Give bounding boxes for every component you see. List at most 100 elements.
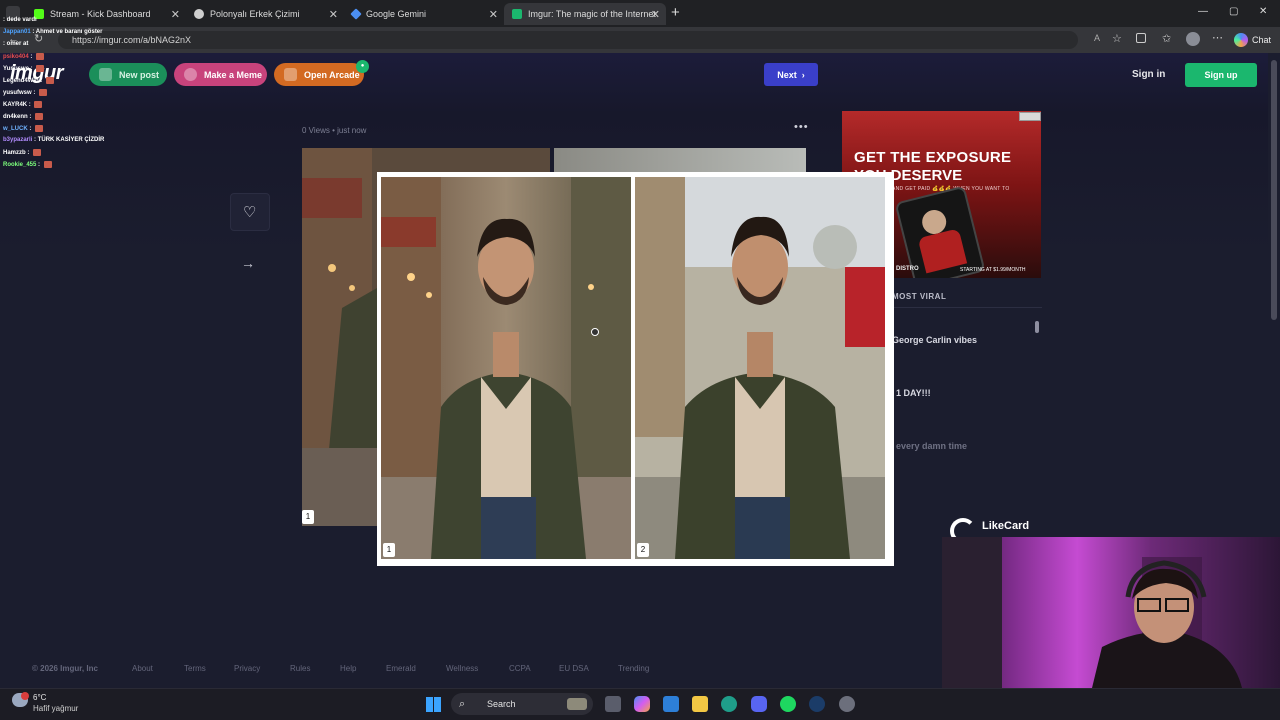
new-tab-button[interactable]: +: [671, 4, 680, 21]
copilot-chat-button[interactable]: Chat: [1232, 31, 1277, 49]
share-arrow-icon[interactable]: →: [241, 255, 255, 271]
close-icon[interactable]: ✕: [651, 8, 660, 21]
maximize-button[interactable]: ▢: [1229, 6, 1238, 17]
sign-up-button[interactable]: Sign up: [1185, 63, 1257, 87]
chat-message: Yunuswe :: [3, 65, 45, 73]
edge-browser-icon[interactable]: [721, 696, 737, 712]
footer-link-ccpa[interactable]: CCPA: [509, 664, 531, 673]
chat-message: Legend4Win :: [3, 77, 54, 84]
search-highlight-icon: [567, 698, 587, 710]
like-button[interactable]: ♡: [230, 193, 270, 231]
chat-message: KAYR4K :: [3, 101, 43, 108]
heart-icon: ♡: [243, 204, 257, 221]
profile-avatar[interactable]: [1186, 32, 1200, 46]
close-icon[interactable]: ✕: [329, 8, 338, 21]
close-icon[interactable]: ✕: [489, 8, 498, 21]
gamepad-icon: [284, 68, 297, 81]
microsoft-store-icon[interactable]: [663, 696, 679, 712]
weather-description[interactable]: Hafif yağmur: [33, 704, 78, 713]
chat-message: dn4kenn :: [3, 113, 44, 120]
chat-separator: :: [27, 126, 34, 133]
windows-start-icon[interactable]: [426, 697, 441, 712]
footer-link-eu-dsa[interactable]: EU DSA: [559, 664, 589, 673]
post-image-number: 1: [302, 510, 314, 524]
footer-link-rules[interactable]: Rules: [290, 664, 310, 673]
open-arcade-button[interactable]: Open Arcade: [274, 63, 364, 86]
chat-emote-icon: [36, 53, 45, 60]
chat-username: Yunuswe: [3, 66, 30, 73]
footer-link-about[interactable]: About: [132, 664, 153, 673]
window-close-button[interactable]: ✕: [1259, 6, 1267, 17]
extensions-icon[interactable]: [1136, 33, 1146, 43]
favorite-star-icon[interactable]: ☆: [1112, 32, 1122, 45]
new-post-button[interactable]: New post: [89, 63, 167, 86]
tab-polonyali-erkek[interactable]: Polonyalı Erkek Çizimi ✕: [186, 3, 344, 25]
footer-link-wellness[interactable]: Wellness: [446, 664, 478, 673]
chat-text: TÜRK KASİYER ÇİZDİR: [37, 137, 105, 143]
ad-close-icon[interactable]: [1019, 112, 1041, 121]
tab-google-gemini[interactable]: Google Gemini ✕: [344, 3, 504, 25]
footer-link-terms[interactable]: Terms: [184, 664, 206, 673]
chat-message: w_LUCK :: [3, 125, 44, 133]
viral-item[interactable]: every damn time: [896, 441, 967, 451]
copilot-icon[interactable]: [634, 696, 650, 712]
lightbox-photo-1[interactable]: 1: [381, 177, 631, 559]
tab-imgur[interactable]: Imgur: The magic of the Internet ✕: [504, 3, 666, 25]
footer-link-help[interactable]: Help: [340, 664, 356, 673]
footer-copyright: © 2026 Imgur, Inc: [32, 664, 98, 673]
favorites-icon[interactable]: ✩: [1162, 32, 1171, 45]
chat-separator: :: [28, 54, 35, 61]
mouse-cursor: [591, 328, 599, 336]
webcam-overlay: [942, 537, 1280, 688]
photo-number: 2: [637, 543, 649, 557]
chat-message: Rookie_455 :: [3, 161, 52, 168]
chat-emote-icon: [35, 113, 44, 120]
search-icon: ⌕: [459, 698, 466, 710]
footer-link-trending[interactable]: Trending: [618, 664, 649, 673]
url-field[interactable]: https://imgur.com/a/bNAG2nX: [58, 31, 1078, 49]
viral-item[interactable]: George Carlin vibes: [892, 335, 977, 345]
next-button[interactable]: Next ›: [764, 63, 818, 86]
webcam-art: [942, 537, 1242, 688]
read-aloud-icon[interactable]: A: [1094, 33, 1100, 43]
most-viral-title: MOST VIRAL: [892, 292, 947, 301]
close-icon[interactable]: ✕: [171, 8, 180, 21]
lightbox-photo-2[interactable]: 2: [635, 177, 885, 559]
arcade-new-badge: ●: [356, 60, 369, 73]
task-view-icon[interactable]: [605, 696, 621, 712]
viral-item[interactable]: 1 DAY!!!: [896, 388, 931, 398]
chat-separator: :: [29, 66, 35, 73]
chat-username: psiko404: [3, 54, 29, 61]
likecard-logo: LikeCard: [982, 520, 1030, 532]
footer-link-emerald[interactable]: Emerald: [386, 664, 416, 673]
image-lightbox[interactable]: 1 2: [377, 172, 894, 566]
more-menu-icon[interactable]: ⋯: [1212, 31, 1223, 44]
sort-icon[interactable]: [1035, 321, 1039, 333]
chat-message: psiko404 :: [3, 53, 45, 61]
file-explorer-icon[interactable]: [692, 696, 708, 712]
steam-icon[interactable]: [809, 696, 825, 712]
chat-username: Rookie_455: [3, 162, 37, 169]
chat-text: Ahmet ve baranı göster: [35, 29, 103, 35]
chat-message: yusufwsw :: [3, 89, 48, 96]
footer-link-privacy[interactable]: Privacy: [234, 664, 260, 673]
ad-brand: DISTRO: [896, 266, 919, 272]
minimize-button[interactable]: —: [1198, 6, 1208, 17]
chat-message: b3ypazarli : TÜRK KASİYER ÇİZDİR: [3, 137, 104, 143]
spotify-icon[interactable]: [780, 696, 796, 712]
settings-gear-icon[interactable]: [839, 696, 855, 712]
scrollbar-thumb[interactable]: [1271, 60, 1277, 320]
sign-in-link[interactable]: Sign in: [1132, 69, 1165, 80]
taskbar-search[interactable]: ⌕ Search: [451, 693, 593, 715]
chat-message: Jappan01 : Ahmet ve baranı göster: [3, 29, 102, 35]
discord-icon[interactable]: [751, 696, 767, 712]
divider: [892, 307, 1042, 308]
browser-tab-bar: Stream - Kick Dashboard ✕ Polonyalı Erke…: [0, 0, 1280, 27]
ad-phone-graphic: [894, 185, 986, 278]
post-more-icon[interactable]: •••: [794, 121, 809, 133]
weather-temperature[interactable]: 6°C: [33, 693, 46, 702]
tab-kick-dashboard[interactable]: Stream - Kick Dashboard ✕: [26, 3, 186, 25]
chat-username: Hamzzb: [3, 150, 26, 157]
gemini-icon: [350, 8, 362, 20]
make-meme-button[interactable]: Make a Meme: [174, 63, 267, 86]
